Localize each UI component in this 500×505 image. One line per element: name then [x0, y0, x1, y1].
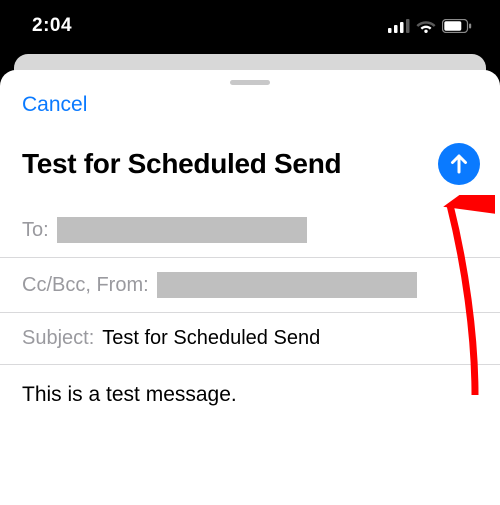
status-bar: 2:04 [0, 0, 500, 52]
compose-sheet: Cancel Test for Scheduled Send To: Cc/Bc… [0, 70, 500, 505]
cancel-button[interactable]: Cancel [22, 93, 87, 116]
wifi-icon [416, 19, 436, 33]
to-field[interactable]: To: [0, 203, 500, 258]
sheet-header: Cancel [0, 93, 500, 123]
battery-icon [442, 19, 472, 33]
ccbcc-label: Cc/Bcc, From: [22, 274, 149, 297]
subject-field[interactable]: Subject: Test for Scheduled Send [0, 313, 500, 365]
arrow-up-icon [448, 153, 470, 175]
subject-label: Subject: [22, 327, 94, 350]
subject-value: Test for Scheduled Send [102, 327, 320, 350]
ccbcc-field[interactable]: Cc/Bcc, From: [0, 258, 500, 313]
sheet-grabber[interactable] [230, 80, 270, 85]
cellular-icon [388, 19, 410, 33]
from-redacted [157, 272, 417, 298]
title-row: Test for Scheduled Send [0, 123, 500, 203]
status-indicators [388, 19, 472, 33]
status-time: 2:04 [32, 15, 72, 37]
to-redacted [57, 217, 307, 243]
to-label: To: [22, 219, 49, 242]
send-button[interactable] [438, 143, 480, 185]
body-text[interactable]: This is a test message. [0, 365, 500, 425]
compose-title: Test for Scheduled Send [22, 149, 341, 180]
